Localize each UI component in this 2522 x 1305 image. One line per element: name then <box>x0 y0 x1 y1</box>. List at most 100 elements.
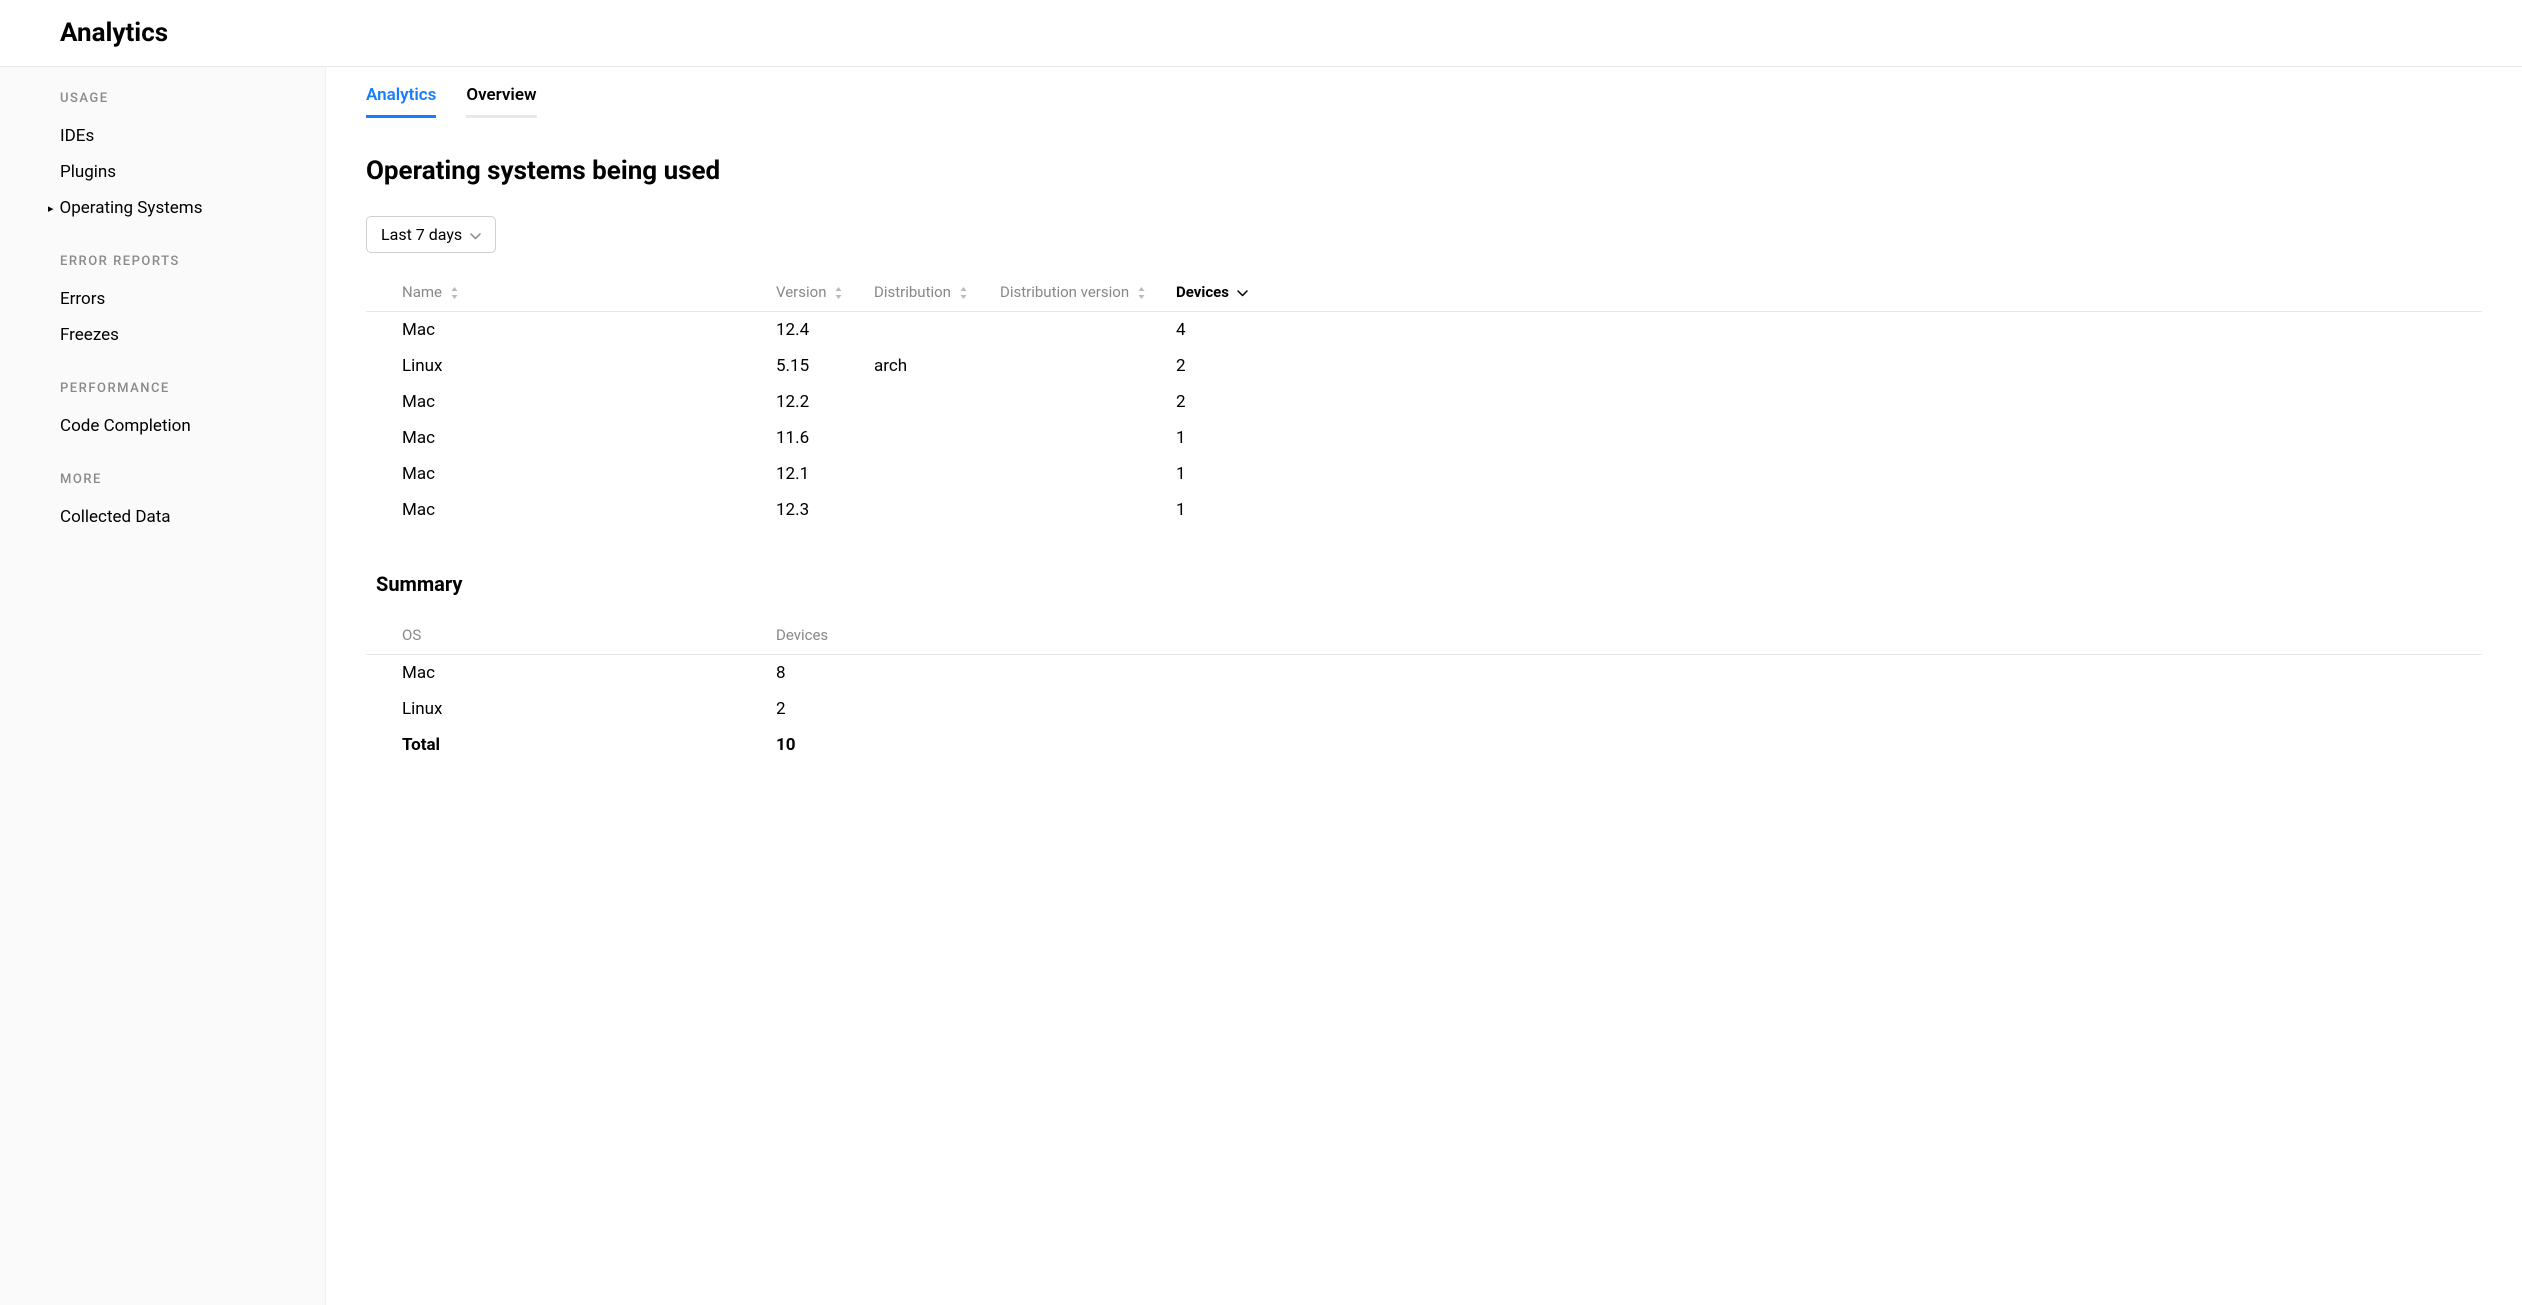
sidebar-item-code-completion[interactable]: Code Completion <box>0 408 325 444</box>
th-label: Distribution version <box>1000 283 1129 301</box>
sidebar-item-plugins[interactable]: Plugins <box>0 154 325 190</box>
cell-total-devices: 10 <box>776 727 2482 763</box>
sidebar-section-error-reports: ERROR REPORTS Errors Freezes <box>0 254 325 353</box>
date-range-dropdown[interactable]: Last 7 days <box>366 216 496 253</box>
sidebar-section-performance: PERFORMANCE Code Completion <box>0 381 325 444</box>
cell-distribution-version <box>1000 312 1176 349</box>
cell-version: 11.6 <box>776 420 874 456</box>
sidebar-section-usage: USAGE IDEs Plugins ▸ Operating Systems <box>0 91 325 226</box>
sidebar-section-title: ERROR REPORTS <box>0 254 325 269</box>
os-table: Name Version Distribution <box>366 273 2482 528</box>
caret-right-icon: ▸ <box>48 202 54 215</box>
th-os: OS <box>366 616 776 655</box>
tab-overview[interactable]: Overview <box>466 85 536 118</box>
th-devices: Devices <box>776 616 2482 655</box>
header: Analytics <box>0 0 2522 67</box>
th-label: Devices <box>776 626 828 644</box>
th-name[interactable]: Name <box>366 273 776 312</box>
cell-name: Mac <box>366 420 776 456</box>
sidebar-item-collected-data[interactable]: Collected Data <box>0 499 325 535</box>
th-label: OS <box>402 626 421 644</box>
sort-desc-icon <box>1237 283 1248 301</box>
cell-name: Mac <box>366 492 776 528</box>
th-label: Distribution <box>874 283 951 301</box>
cell-distribution-version <box>1000 348 1176 384</box>
cell-devices: 2 <box>776 691 2482 727</box>
th-label: Name <box>402 283 442 301</box>
table-row: Linux2 <box>366 691 2482 727</box>
cell-distribution: arch <box>874 348 1000 384</box>
sidebar-item-label: Collected Data <box>60 507 171 527</box>
cell-distribution <box>874 420 1000 456</box>
th-distribution-version[interactable]: Distribution version <box>1000 273 1176 312</box>
cell-name: Mac <box>366 456 776 492</box>
cell-distribution-version <box>1000 384 1176 420</box>
summary-title: Summary <box>366 572 2482 596</box>
filter-row: Last 7 days <box>366 216 2482 253</box>
sidebar-section-title: USAGE <box>0 91 325 106</box>
sort-icon <box>1137 283 1146 301</box>
table-row: Mac12.2 2 <box>366 384 2482 420</box>
sort-icon <box>450 283 459 301</box>
chevron-down-icon <box>470 225 481 244</box>
cell-distribution-version <box>1000 420 1176 456</box>
cell-version: 12.2 <box>776 384 874 420</box>
sidebar-item-label: Plugins <box>60 162 116 182</box>
sidebar-item-freezes[interactable]: Freezes <box>0 317 325 353</box>
cell-total-label: Total <box>366 727 776 763</box>
table-row-total: Total10 <box>366 727 2482 763</box>
sidebar-section-title: PERFORMANCE <box>0 381 325 396</box>
sidebar-item-label: Errors <box>60 289 105 309</box>
cell-distribution <box>874 456 1000 492</box>
cell-distribution <box>874 492 1000 528</box>
table-row: Mac12.3 1 <box>366 492 2482 528</box>
th-devices[interactable]: Devices <box>1176 273 2482 312</box>
cell-version: 12.1 <box>776 456 874 492</box>
cell-devices: 8 <box>776 655 2482 692</box>
sidebar-item-label: IDEs <box>60 126 94 146</box>
table-row: Linux5.15arch 2 <box>366 348 2482 384</box>
sidebar-section-title: MORE <box>0 472 325 487</box>
th-version[interactable]: Version <box>776 273 874 312</box>
sidebar-item-label: Freezes <box>60 325 119 345</box>
cell-version: 12.4 <box>776 312 874 349</box>
tab-label: Overview <box>466 85 536 105</box>
summary-table: OS Devices Mac8Linux2Total10 <box>366 616 2482 763</box>
cell-os: Linux <box>366 691 776 727</box>
cell-name: Linux <box>366 348 776 384</box>
sort-icon <box>834 283 843 301</box>
sidebar-section-more: MORE Collected Data <box>0 472 325 535</box>
cell-version: 12.3 <box>776 492 874 528</box>
sidebar-item-label: Code Completion <box>60 416 191 436</box>
main-content: Analytics Overview Operating systems bei… <box>326 67 2522 1305</box>
cell-os: Mac <box>366 655 776 692</box>
table-row: Mac12.4 4 <box>366 312 2482 349</box>
sidebar-item-ides[interactable]: IDEs <box>0 118 325 154</box>
cell-devices: 4 <box>1176 312 2482 349</box>
cell-devices: 1 <box>1176 456 2482 492</box>
content-title: Operating systems being used <box>366 156 2482 186</box>
tabs: Analytics Overview <box>366 67 2482 118</box>
cell-devices: 1 <box>1176 420 2482 456</box>
cell-devices: 1 <box>1176 492 2482 528</box>
th-distribution[interactable]: Distribution <box>874 273 1000 312</box>
table-row: Mac11.6 1 <box>366 420 2482 456</box>
th-label: Devices <box>1176 283 1229 301</box>
cell-distribution <box>874 312 1000 349</box>
cell-devices: 2 <box>1176 384 2482 420</box>
cell-version: 5.15 <box>776 348 874 384</box>
cell-distribution-version <box>1000 456 1176 492</box>
cell-devices: 2 <box>1176 348 2482 384</box>
sidebar-item-errors[interactable]: Errors <box>0 281 325 317</box>
cell-name: Mac <box>366 312 776 349</box>
date-range-label: Last 7 days <box>381 225 462 244</box>
tab-analytics[interactable]: Analytics <box>366 85 436 118</box>
cell-distribution <box>874 384 1000 420</box>
sidebar: USAGE IDEs Plugins ▸ Operating Systems E… <box>0 67 326 1305</box>
page-title-header: Analytics <box>60 18 2522 48</box>
table-row: Mac8 <box>366 655 2482 692</box>
cell-distribution-version <box>1000 492 1176 528</box>
sidebar-item-operating-systems[interactable]: ▸ Operating Systems <box>0 190 325 226</box>
cell-name: Mac <box>366 384 776 420</box>
sort-icon <box>959 283 968 301</box>
